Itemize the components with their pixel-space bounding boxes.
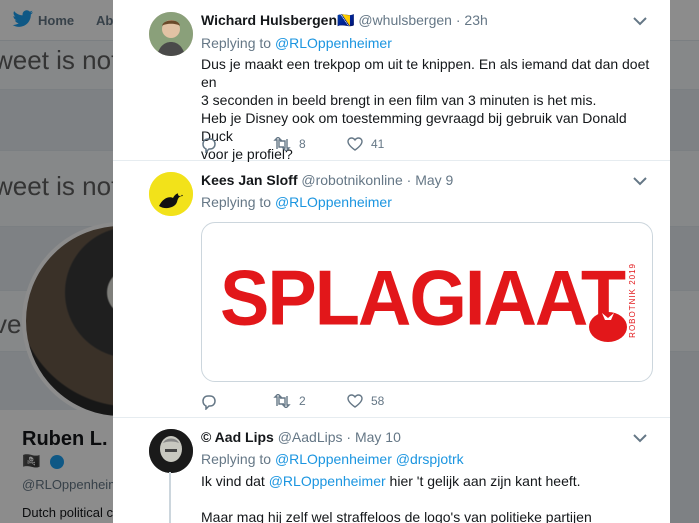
- display-name[interactable]: Kees Jan Sloff: [201, 172, 297, 188]
- tweet-text-line: 3 seconden in beeld brengt in een film v…: [201, 92, 597, 108]
- replying-prefix: Replying to: [201, 35, 272, 51]
- user-avatar[interactable]: [149, 429, 193, 473]
- reply-button[interactable]: [201, 137, 217, 153]
- timestamp[interactable]: May 10: [355, 429, 401, 445]
- mention-link[interactable]: @RLOppenheimer: [269, 473, 386, 489]
- mention-link[interactable]: @RLOppenheimer: [275, 451, 392, 467]
- replying-prefix: Replying to: [201, 451, 272, 467]
- tweet-media-image[interactable]: SPLAGIAAT ROBOTNIK 2019: [201, 222, 653, 382]
- replying-to: Replying to @RLOppenheimer @drspjotrk: [201, 451, 464, 467]
- media-headline-text: SPLAGIAAT: [220, 254, 626, 342]
- mention-link-2[interactable]: @drspjotrk: [396, 451, 464, 467]
- retweet-icon: [273, 394, 291, 408]
- display-name[interactable]: © Aad Lips: [201, 429, 274, 445]
- like-count: 41: [371, 137, 385, 151]
- retweet-button[interactable]: 2: [273, 394, 306, 408]
- separator-dot: ·: [455, 12, 461, 28]
- text-segment: Ik vind dat: [201, 473, 265, 489]
- heart-icon: [347, 137, 363, 151]
- chevron-down-icon[interactable]: [633, 433, 647, 443]
- tweet-text: Ik vind dat @RLOppenheimer hier 't gelij…: [201, 472, 651, 523]
- heart-icon: [347, 394, 363, 408]
- replying-prefix: Replying to: [201, 194, 272, 210]
- media-credit-text: ROBOTNIK 2019: [628, 263, 637, 338]
- tweet-aad-lips[interactable]: © Aad Lips @AadLips · May 10 Replying to…: [113, 417, 670, 523]
- chevron-down-icon[interactable]: [633, 16, 647, 26]
- tweet-header: © Aad Lips @AadLips · May 10: [201, 429, 401, 445]
- user-handle[interactable]: @whulsbergen: [358, 12, 452, 28]
- tweet-text: Dus je maakt een trekpop om uit te knipp…: [201, 55, 651, 163]
- tweet-text-line: Heb je Disney ook om toestemming gevraag…: [201, 110, 627, 144]
- retweet-button[interactable]: 8: [273, 137, 306, 151]
- tweet-kees-jan[interactable]: Kees Jan Sloff @robotnikonline · May 9 R…: [113, 160, 670, 418]
- chevron-down-icon[interactable]: [633, 176, 647, 186]
- reply-button[interactable]: [201, 394, 217, 410]
- retweet-icon: [273, 137, 291, 151]
- retweet-count: 2: [299, 394, 306, 408]
- tweet-header: Wichard Hulsbergen🇧🇦 @whulsbergen · 23h: [201, 12, 488, 29]
- person-avatar-icon: [149, 12, 193, 56]
- retweet-count: 8: [299, 137, 306, 151]
- text-segment: hier 't gelijk aan zijn kant heeft.: [389, 473, 581, 489]
- separator-dot: ·: [346, 429, 352, 445]
- tweet-wichard[interactable]: Wichard Hulsbergen🇧🇦 @whulsbergen · 23h …: [113, 0, 670, 163]
- replying-to: Replying to @RLOppenheimer: [201, 35, 392, 51]
- person-avatar-icon: [149, 429, 193, 473]
- like-button[interactable]: 58: [347, 394, 384, 408]
- modal-overlay-right[interactable]: [670, 0, 699, 523]
- modal-overlay-left[interactable]: [0, 0, 113, 523]
- tweet-text-line: Dus je maakt een trekpop om uit te knipp…: [201, 56, 650, 90]
- robotnik-logo-icon: [149, 172, 193, 216]
- user-avatar[interactable]: [149, 172, 193, 216]
- thread-connector-line: [169, 472, 171, 523]
- like-button[interactable]: 41: [347, 137, 384, 151]
- replying-to: Replying to @RLOppenheimer: [201, 194, 392, 210]
- mention-link[interactable]: @RLOppenheimer: [275, 194, 392, 210]
- mention-link[interactable]: @RLOppenheimer: [275, 35, 392, 51]
- user-handle[interactable]: @robotnikonline: [301, 172, 402, 188]
- user-handle[interactable]: @AadLips: [278, 429, 343, 445]
- reply-icon: [202, 138, 216, 153]
- reply-icon: [202, 395, 216, 410]
- tweet-text-line: Maar mag hij zelf wel straffeloos de log…: [201, 509, 592, 523]
- timestamp[interactable]: 23h: [464, 12, 487, 28]
- display-name[interactable]: Wichard Hulsbergen🇧🇦: [201, 12, 354, 28]
- tomato-icon: [589, 312, 627, 342]
- user-avatar[interactable]: [149, 12, 193, 56]
- conversation-panel: Wichard Hulsbergen🇧🇦 @whulsbergen · 23h …: [113, 0, 670, 523]
- timestamp[interactable]: May 9: [415, 172, 453, 188]
- separator-dot: ·: [406, 172, 412, 188]
- tweet-header: Kees Jan Sloff @robotnikonline · May 9: [201, 172, 453, 188]
- like-count: 58: [371, 394, 385, 408]
- tweet-text-line: Ik vind dat @RLOppenheimer hier 't gelij…: [201, 472, 651, 490]
